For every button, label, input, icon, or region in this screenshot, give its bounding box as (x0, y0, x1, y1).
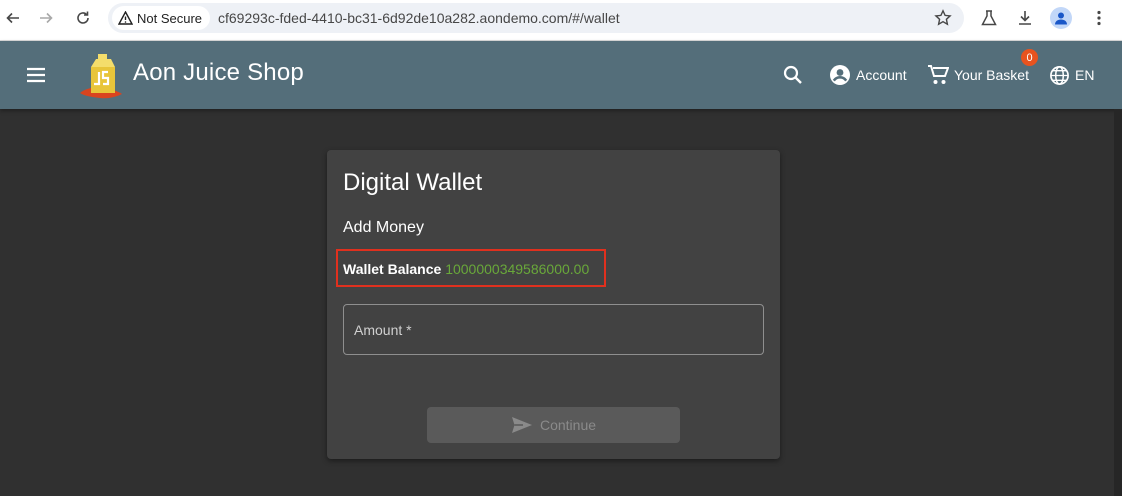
person-icon (1050, 7, 1072, 29)
continue-label: Continue (539, 417, 597, 433)
url-text[interactable]: cf69293c-fded-4410-bc31-6d92de10a282.aon… (218, 10, 620, 26)
account-label: Account (856, 67, 907, 83)
account-circle-icon (830, 65, 850, 85)
address-bar[interactable]: Not Secure cf69293c-fded-4410-bc31-6d92d… (108, 3, 964, 33)
wallet-balance-value: 1000000349586000.00 (445, 261, 590, 277)
juice-shop-logo[interactable] (78, 50, 126, 100)
language-button[interactable]: EN (1049, 61, 1094, 89)
back-arrow-icon (6, 12, 19, 24)
download-icon[interactable] (1014, 7, 1036, 29)
forward-button[interactable] (33, 7, 59, 29)
wallet-title: Digital Wallet (343, 169, 483, 196)
reload-button[interactable] (70, 7, 96, 29)
more-menu-icon[interactable] (1088, 7, 1110, 29)
wallet-balance-label: Wallet Balance (343, 261, 442, 277)
back-button[interactable] (0, 7, 26, 29)
basket-button[interactable]: Your Basket (927, 61, 1029, 89)
page-scrollbar[interactable] (1114, 109, 1122, 496)
basket-count-badge: 0 (1021, 49, 1038, 66)
search-icon[interactable] (781, 63, 805, 87)
amount-input[interactable]: Amount * (343, 304, 764, 355)
send-icon (511, 417, 532, 433)
basket-label: Your Basket (954, 67, 1029, 83)
app-title[interactable]: Aon Juice Shop (133, 59, 304, 87)
warning-icon (118, 11, 133, 25)
reload-icon (77, 11, 89, 24)
account-button[interactable]: Account (829, 61, 907, 89)
amount-label: Amount * (354, 322, 412, 338)
globe-icon (1050, 65, 1069, 85)
profile-avatar[interactable] (1050, 7, 1072, 29)
security-label: Not Secure (137, 10, 203, 26)
add-money-heading: Add Money (343, 219, 424, 236)
security-chip[interactable]: Not Secure (112, 6, 211, 30)
digital-wallet-card: Digital Wallet Add Money Wallet Balance … (327, 150, 780, 459)
forward-arrow-icon (40, 12, 53, 24)
menu-icon[interactable] (24, 63, 48, 87)
language-label: EN (1075, 67, 1095, 83)
bookmark-star-icon[interactable] (934, 9, 952, 27)
app-toolbar: Aon Juice Shop Account Your Basket 0 EN (0, 41, 1122, 109)
labs-icon[interactable] (978, 7, 1000, 29)
shopping-cart-icon (928, 65, 949, 84)
wallet-balance: Wallet Balance 1000000349586000.00 (343, 261, 589, 277)
browser-chrome: Not Secure cf69293c-fded-4410-bc31-6d92d… (0, 0, 1122, 41)
continue-button[interactable]: Continue (427, 407, 680, 443)
